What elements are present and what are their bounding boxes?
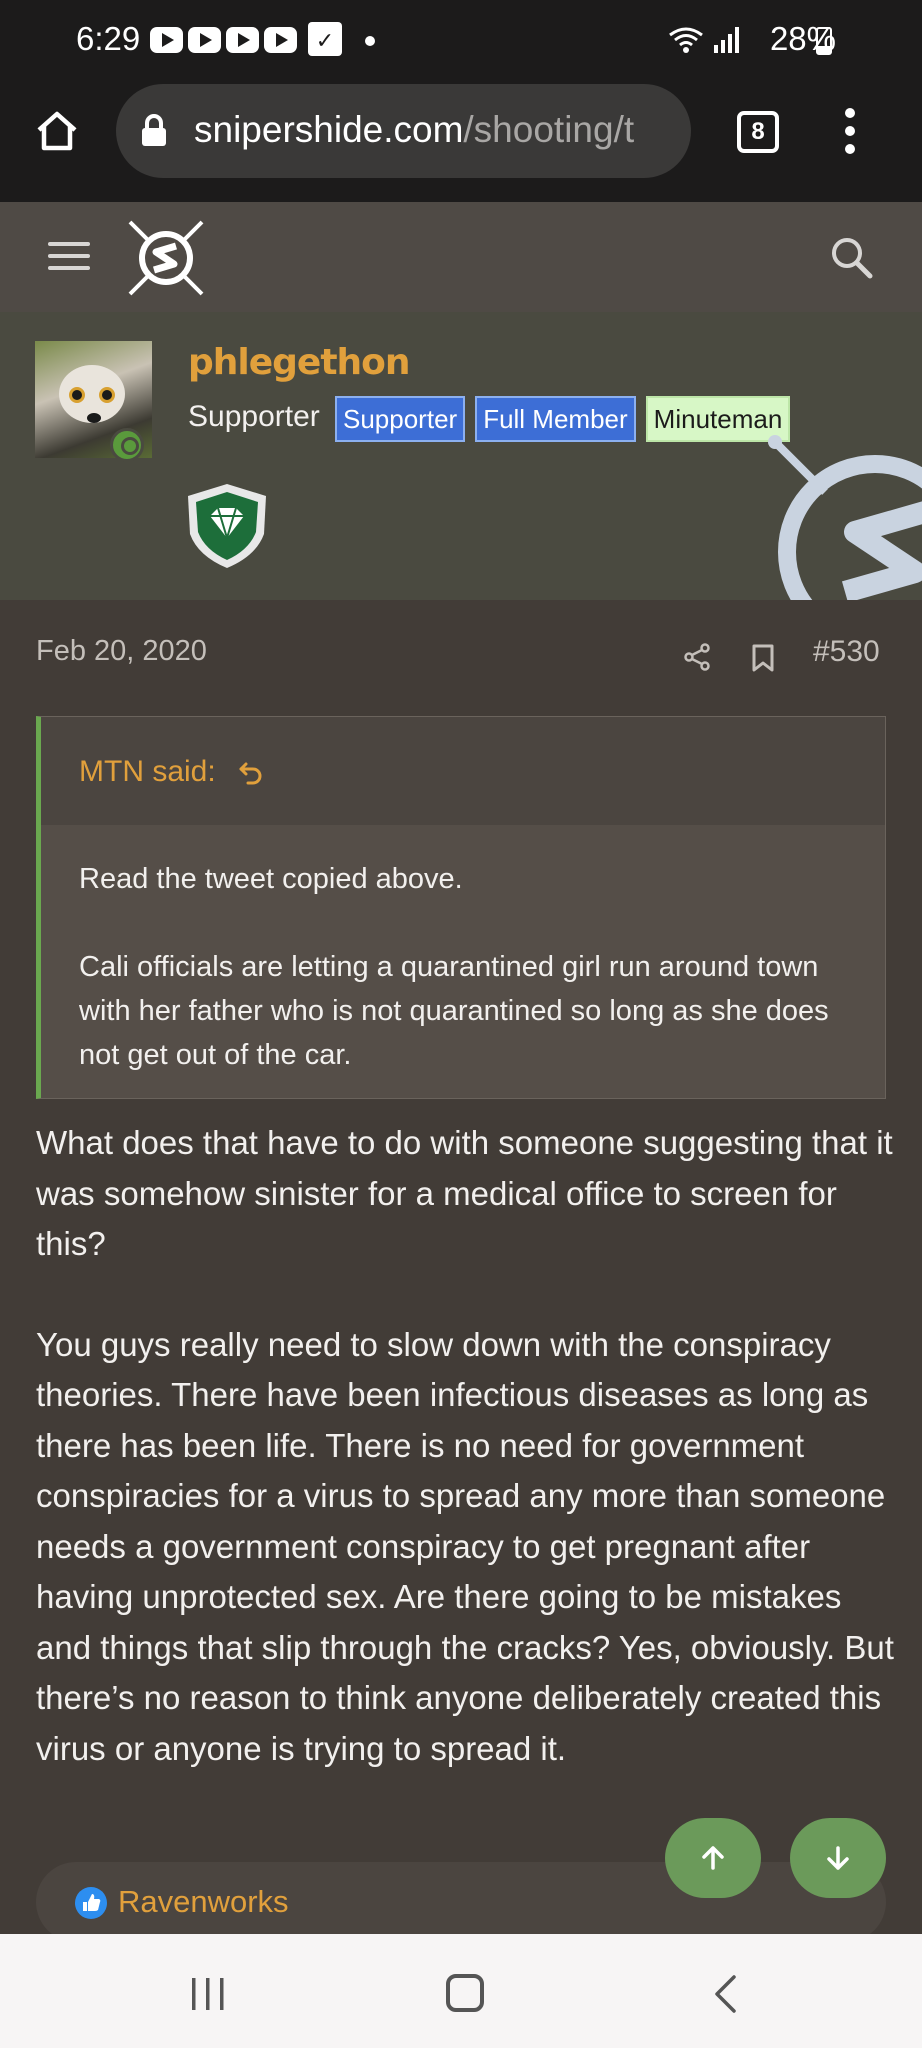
post-paragraph: What does that have to do with someone s… — [36, 1124, 893, 1262]
back-icon[interactable] — [712, 1974, 738, 2014]
notification-dot-icon — [365, 36, 375, 46]
like-icon — [75, 1887, 107, 1919]
reaction-user[interactable]: Ravenworks — [118, 1884, 289, 1920]
snipershide-watermark-icon — [768, 435, 922, 600]
reply-arrow-icon[interactable] — [238, 760, 264, 786]
browser-menu-button[interactable] — [845, 108, 857, 156]
quote-content: Read the tweet copied above. Cali offici… — [41, 825, 885, 1098]
online-status-icon — [110, 428, 144, 462]
post-content: What does that have to do with someone s… — [36, 1118, 896, 1824]
scroll-down-button[interactable] — [790, 1818, 886, 1898]
youtube-icon — [264, 27, 297, 53]
youtube-icon — [188, 27, 221, 53]
post-paragraph: You guys really need to slow down with t… — [36, 1325, 894, 1767]
lock-icon — [142, 114, 166, 146]
tab-switcher-button[interactable]: 8 — [737, 111, 779, 153]
arrow-up-icon — [702, 1846, 724, 1870]
quote-paragraph: Cali officials are letting a quarantined… — [79, 951, 829, 1071]
recent-apps-icon[interactable] — [188, 1976, 228, 2012]
scroll-up-button[interactable] — [665, 1818, 761, 1898]
url-host: snipershide.com — [194, 109, 464, 150]
address-bar[interactable]: snipershide.com/shooting/t — [116, 84, 691, 178]
search-icon[interactable] — [830, 236, 874, 280]
signal-icon — [714, 27, 739, 53]
home-nav-icon[interactable] — [446, 1974, 484, 2012]
username[interactable]: phlegethon — [188, 342, 411, 383]
quote-header[interactable]: MTN said: — [41, 717, 885, 825]
status-bar: 6:29 ✓ 28% — [0, 0, 922, 80]
calendar-check-icon: ✓ — [308, 22, 342, 56]
badge-supporter: Supporter — [335, 396, 466, 442]
badge-full-member: Full Member — [475, 396, 636, 442]
arrow-down-icon — [827, 1846, 849, 1870]
post-date[interactable]: Feb 20, 2020 — [36, 635, 207, 668]
diamond-shield-icon — [188, 484, 266, 568]
youtube-icon — [226, 27, 259, 53]
quote-author[interactable]: MTN said: — [79, 755, 216, 788]
member-banner: phlegethon Supporter Supporter Full Memb… — [0, 312, 922, 600]
status-time: 6:29 — [76, 20, 141, 57]
notification-icons — [150, 27, 297, 53]
user-badges: Supporter Full Member Minuteman — [335, 396, 791, 442]
user-title: Supporter — [188, 400, 320, 433]
site-header — [0, 202, 922, 312]
post-number[interactable]: #530 — [813, 635, 880, 669]
site-logo-icon[interactable] — [124, 216, 208, 300]
wifi-icon — [669, 27, 703, 53]
hamburger-menu-icon[interactable] — [48, 242, 90, 278]
bookmark-icon[interactable] — [751, 644, 775, 672]
url-text: snipershide.com/shooting/t — [194, 109, 674, 151]
url-path: /shooting/t — [463, 109, 635, 150]
home-icon[interactable] — [34, 108, 80, 154]
battery-charging-icon — [816, 27, 832, 55]
reactions-bar[interactable]: Ravenworks — [36, 1862, 886, 1942]
quote-block: MTN said: Read the tweet copied above. C… — [36, 716, 886, 1099]
system-nav-bar — [0, 1934, 922, 2048]
share-icon[interactable] — [683, 643, 711, 671]
quote-paragraph: Read the tweet copied above. — [79, 863, 463, 895]
youtube-icon — [150, 27, 183, 53]
browser-toolbar: snipershide.com/shooting/t 8 — [0, 80, 922, 202]
